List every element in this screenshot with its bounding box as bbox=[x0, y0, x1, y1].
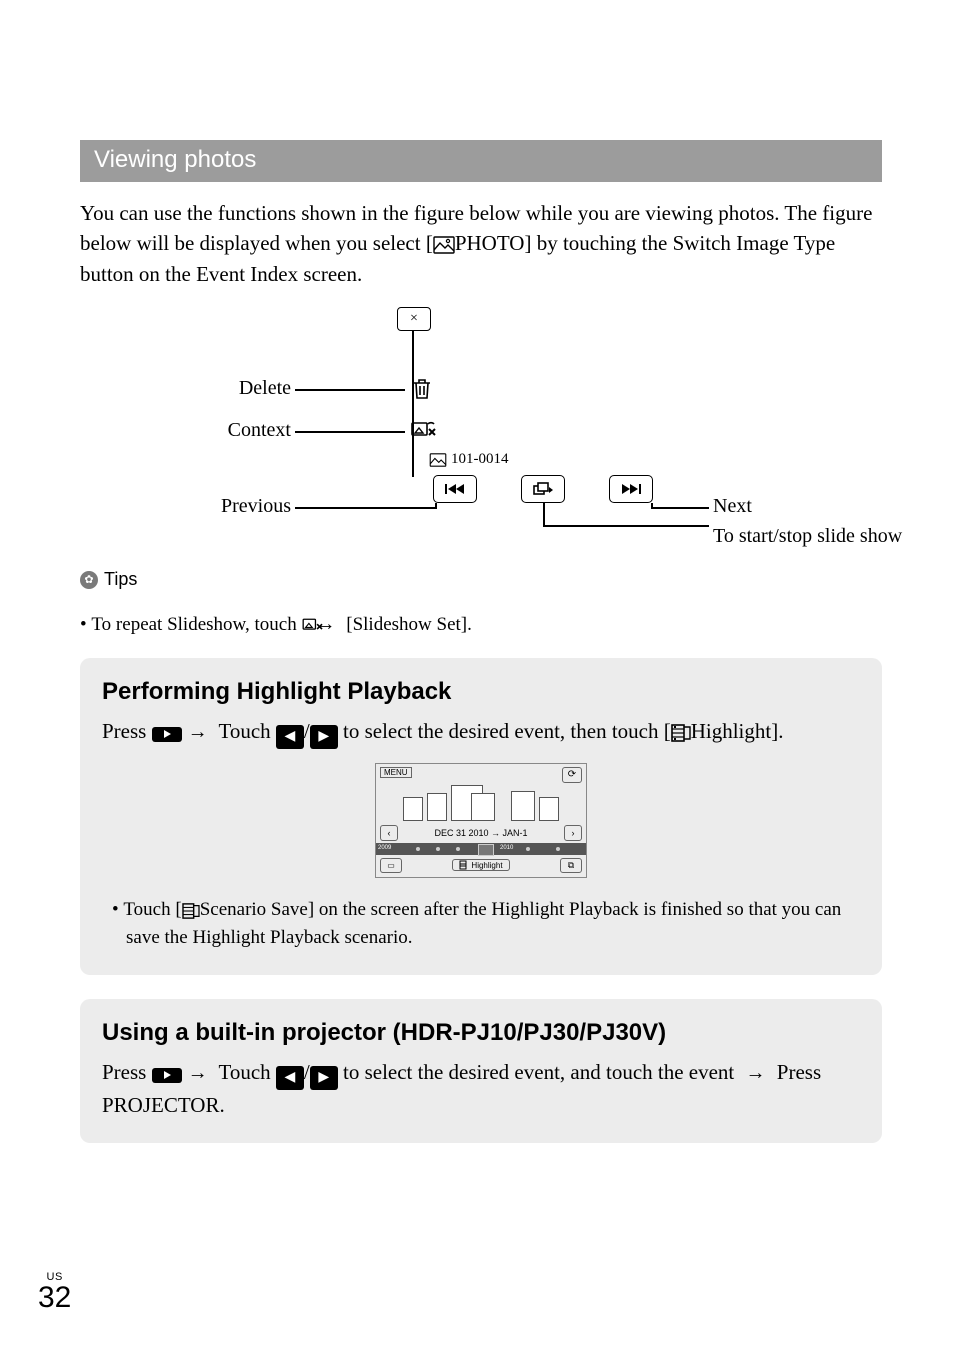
tips-bullet: • To repeat Slideshow, touch → [Slidesho… bbox=[80, 609, 882, 640]
thumb-next-far[interactable] bbox=[539, 797, 559, 821]
subbullet-pre: Touch [ bbox=[123, 899, 181, 920]
pj-select: to select the desired event, and touch t… bbox=[338, 1060, 740, 1084]
arrow-icon: → bbox=[188, 717, 208, 747]
timeline-year-right: 2010 bbox=[500, 845, 513, 851]
date-prev-button[interactable]: ‹ bbox=[380, 825, 398, 841]
projector-instructions: Press → Touch ◀/▶ to select the desired … bbox=[102, 1057, 860, 1122]
photo-viewer-diagram: Delete Context 101-0014 Previous Next bbox=[161, 307, 801, 543]
tips-pre: To repeat Slideshow, touch bbox=[91, 614, 301, 635]
projector-title: Using a built-in projector (HDR-PJ10/PJ3… bbox=[102, 1019, 860, 1047]
right-nav-button-2[interactable]: ▶ bbox=[310, 1066, 338, 1090]
trash-icon[interactable] bbox=[411, 377, 433, 401]
highlight-playback-box: Performing Highlight Playback Press → To… bbox=[80, 658, 882, 975]
thumb-prev[interactable] bbox=[427, 793, 447, 821]
menu-button[interactable]: MENU bbox=[380, 767, 412, 778]
highlight-title: Performing Highlight Playback bbox=[102, 678, 860, 706]
timeline-cursor[interactable] bbox=[478, 844, 494, 856]
leader-slide bbox=[543, 525, 709, 527]
thumb-current-group[interactable] bbox=[451, 785, 483, 821]
photo-small-icon bbox=[429, 453, 447, 467]
folder-number: 101-0014 bbox=[451, 451, 509, 468]
thumb-prev-far[interactable] bbox=[403, 797, 423, 821]
page-number: US 32 bbox=[38, 1271, 71, 1313]
intro-paragraph: You can use the functions shown in the f… bbox=[80, 198, 882, 289]
section-title: Viewing photos bbox=[80, 140, 882, 182]
tips-label: Tips bbox=[104, 569, 137, 590]
highlight-button[interactable]: Highlight bbox=[452, 859, 509, 871]
leader-delete bbox=[295, 389, 405, 391]
label-previous: Previous bbox=[201, 495, 291, 518]
thumbnail-row bbox=[376, 783, 586, 823]
leader-next-v bbox=[651, 503, 653, 509]
play-all-button[interactable]: ⧉ bbox=[560, 858, 582, 873]
slideshow-button[interactable] bbox=[521, 475, 565, 503]
leader-previous-v bbox=[435, 503, 437, 509]
hl-touch: Touch bbox=[214, 719, 276, 743]
highlight-instructions: Press → Touch ◀/▶ to select the desired … bbox=[102, 716, 860, 749]
highlight-sub-bullet: • Touch [Scenario Save] on the screen af… bbox=[102, 896, 860, 953]
arrow-icon: → bbox=[188, 1058, 208, 1088]
thumb-next[interactable] bbox=[511, 791, 535, 821]
projector-box: Using a built-in projector (HDR-PJ10/PJ3… bbox=[80, 999, 882, 1144]
date-next-button[interactable]: › bbox=[564, 825, 582, 841]
page-number-value: 32 bbox=[38, 1281, 71, 1314]
record-mode-button[interactable]: ▭ bbox=[380, 858, 402, 873]
arrow-icon: → bbox=[330, 609, 336, 639]
next-button[interactable] bbox=[609, 475, 653, 503]
intro-photo-label: PHOTO bbox=[455, 231, 525, 255]
play-images-button[interactable] bbox=[152, 727, 182, 742]
timeline-bar[interactable]: 2009 2010 bbox=[376, 843, 586, 855]
photo-icon bbox=[433, 236, 455, 254]
play-images-button-2[interactable] bbox=[152, 1068, 182, 1083]
label-next: Next bbox=[713, 495, 752, 518]
hl-end: ]. bbox=[771, 719, 783, 743]
label-slideshow: To start/stop slide show bbox=[713, 525, 953, 548]
hl-label: Highlight bbox=[691, 719, 772, 743]
left-nav-button[interactable]: ◀ bbox=[276, 725, 304, 749]
timeline-year-left: 2009 bbox=[378, 845, 391, 851]
hl-press: Press bbox=[102, 719, 152, 743]
switch-type-button[interactable]: ⟳ bbox=[562, 767, 582, 783]
date-range: DEC 31 2010 → JAN-1 bbox=[434, 828, 527, 838]
leader-next bbox=[653, 507, 709, 509]
leader-previous bbox=[295, 507, 435, 509]
right-nav-button[interactable]: ▶ bbox=[310, 725, 338, 749]
label-delete: Delete bbox=[201, 377, 291, 400]
context-icon[interactable] bbox=[411, 419, 437, 441]
tips-post: [Slideshow Set]. bbox=[342, 614, 472, 635]
scenario-film-icon bbox=[182, 903, 200, 919]
tips-header: ✿ Tips bbox=[80, 569, 882, 590]
arrow-icon: → bbox=[746, 1058, 766, 1088]
leader-context bbox=[295, 431, 405, 433]
highlight-film-icon bbox=[671, 724, 691, 742]
hl-select: to select the desired event, then touch … bbox=[338, 719, 671, 743]
highlight-button-label: Highlight bbox=[471, 861, 502, 870]
event-index-screen: MENU ⟳ ‹ DEC 31 2010 → JAN-1 › 20 bbox=[375, 763, 587, 878]
lightbulb-icon: ✿ bbox=[80, 571, 98, 589]
folder-info: 101-0014 bbox=[429, 451, 509, 468]
left-nav-button-2[interactable]: ◀ bbox=[276, 1066, 304, 1090]
leader-slide-v bbox=[543, 503, 545, 525]
prev-button[interactable] bbox=[433, 475, 477, 503]
pj-touch: Touch bbox=[214, 1060, 276, 1084]
pj-press: Press bbox=[102, 1060, 152, 1084]
subbullet-mid: Scenario Save] on the screen after the H… bbox=[126, 899, 841, 949]
label-context: Context bbox=[201, 419, 291, 442]
close-button[interactable] bbox=[397, 307, 431, 331]
diagram-stem bbox=[412, 331, 414, 477]
